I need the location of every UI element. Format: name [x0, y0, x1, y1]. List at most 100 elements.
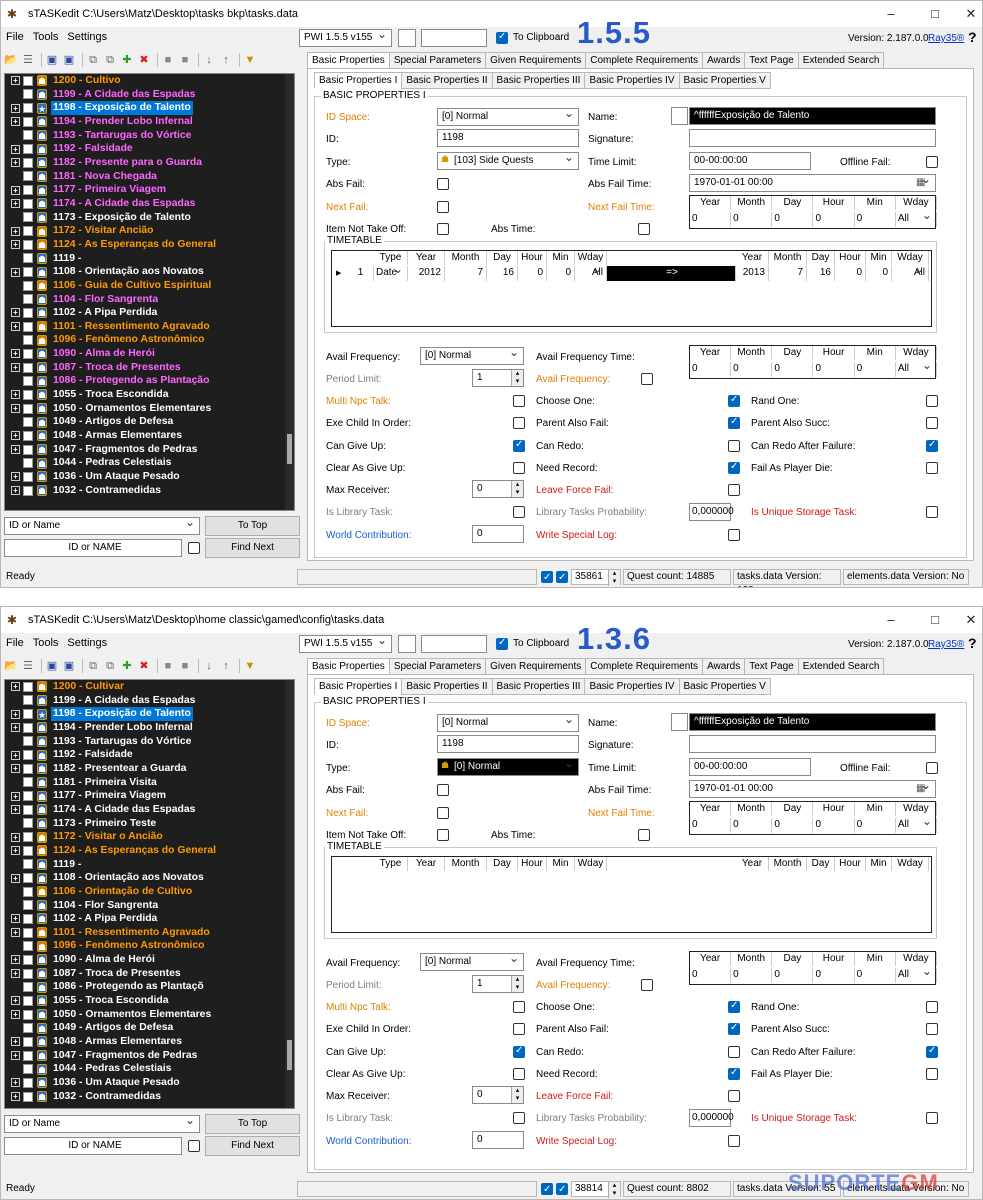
add-icon[interactable]: ✚	[120, 53, 134, 67]
timetable-grid[interactable]: Type Year Month Day Hour Min Wday Year Month Day H…	[331, 250, 932, 327]
is-unique-storage-task-checkbox[interactable]	[926, 1112, 938, 1124]
tree-checkbox[interactable]	[23, 900, 33, 911]
tree-checkbox[interactable]	[23, 458, 33, 469]
date-value[interactable]: 0	[772, 362, 814, 377]
tree-scrollbar[interactable]	[285, 74, 294, 510]
tree-checkbox[interactable]	[23, 722, 33, 733]
date-value[interactable]: 0	[690, 212, 732, 227]
tree-row[interactable]: + ☗ 1172 - Visitar o Ancião	[5, 830, 294, 844]
expand-icon[interactable]: +	[11, 682, 20, 692]
tree-checkbox[interactable]	[23, 859, 33, 870]
search-type-select[interactable]: ID or Name	[4, 1112, 200, 1133]
minimize-icon[interactable]: –	[869, 607, 913, 633]
date-value[interactable]: All	[896, 814, 937, 833]
to-top-button[interactable]: To Top	[205, 1114, 300, 1134]
subtab-4[interactable]: Basic Properties IV	[584, 678, 680, 695]
date-value[interactable]: 0	[855, 968, 896, 983]
tree-checkbox[interactable]	[23, 1091, 33, 1102]
expand-icon[interactable]: +	[11, 969, 20, 979]
expand-icon[interactable]	[11, 1065, 20, 1074]
date-value[interactable]: 0	[855, 212, 896, 227]
date-value[interactable]: 0	[731, 968, 773, 983]
fapd-checkbox[interactable]	[926, 1067, 938, 1080]
scrollbar-thumb[interactable]	[287, 1040, 292, 1070]
copy-icon[interactable]: ⧉	[86, 53, 100, 67]
expand-icon[interactable]: +	[11, 996, 20, 1006]
expand-icon[interactable]	[11, 983, 20, 992]
tree-checkbox[interactable]	[23, 403, 33, 414]
clipboard-input[interactable]	[421, 635, 487, 653]
clone-icon[interactable]: ⧉	[103, 659, 117, 673]
version-select[interactable]: PWI 1.5.5 v155	[299, 26, 392, 47]
tree-row[interactable]: + ☗ 1124 - As Esperanças do General	[5, 238, 294, 252]
tree-checkbox[interactable]	[23, 873, 33, 884]
delete-icon[interactable]: ✖	[137, 53, 151, 67]
expand-icon[interactable]	[11, 172, 20, 181]
tree-row[interactable]: + ☗ 1192 - Falsidade	[5, 142, 294, 156]
date-value[interactable]: 0	[690, 362, 732, 377]
abs-time-checkbox[interactable]	[638, 223, 650, 235]
status-id-spinner[interactable]: 35861	[571, 569, 621, 586]
tree-checkbox[interactable]	[23, 280, 33, 291]
tree-checkbox[interactable]	[23, 777, 33, 788]
expand-icon[interactable]: +	[11, 486, 20, 496]
tree-row[interactable]: + ☗ 1182 - Presente para o Guarda	[5, 156, 294, 170]
tree-checkbox[interactable]	[23, 267, 33, 278]
subtab-4[interactable]: Basic Properties IV	[584, 72, 680, 89]
tree-checkbox[interactable]	[23, 253, 33, 264]
avail-frequency-time-grid[interactable]: Year Month Day Hour Min Wday 0 0 0 0 0 All	[689, 345, 937, 379]
tree-checkbox[interactable]	[23, 430, 33, 441]
tree-checkbox[interactable]	[23, 832, 33, 843]
to-top-button[interactable]: To Top	[205, 516, 300, 536]
tab-awards[interactable]: Awards	[702, 658, 746, 675]
name-input[interactable]: ^ffffffExposição de Talento	[689, 107, 936, 125]
export-icon[interactable]: ↓	[202, 659, 216, 673]
search-input[interactable]: ID or NAME	[4, 1137, 182, 1155]
timetable-end-value[interactable]: 0	[835, 266, 866, 281]
tree-row[interactable]: + ☗ 1090 - Alma de Herói	[5, 347, 294, 361]
avail-frequency-time-grid[interactable]: Year Month Day Hour Min Wday 0 0 0 0 0 All	[689, 951, 937, 985]
leave-force-fail-checkbox[interactable]	[728, 484, 740, 496]
expand-icon[interactable]	[11, 281, 20, 290]
color-box[interactable]	[398, 635, 416, 653]
tree-row[interactable]: ☗ 1181 - Primeira Visita	[5, 776, 294, 790]
abs-fail-checkbox[interactable]	[437, 178, 449, 190]
expand-icon[interactable]: +	[11, 185, 20, 195]
expand-icon[interactable]	[11, 295, 20, 304]
co-checkbox[interactable]	[728, 1000, 740, 1013]
signature-input[interactable]	[689, 129, 936, 147]
save-as-icon[interactable]: ▣	[62, 659, 76, 673]
expand-icon[interactable]: +	[11, 914, 20, 924]
expand-icon[interactable]: +	[11, 199, 20, 209]
paf-checkbox[interactable]	[728, 416, 740, 430]
date-value[interactable]: 0	[731, 362, 773, 377]
tree-checkbox[interactable]	[23, 444, 33, 455]
tree-row[interactable]: ☗ 1096 - Fenômeno Astronômico	[5, 939, 294, 953]
tree-row[interactable]: ☗ 1104 - Flor Sangrenta	[5, 293, 294, 307]
tree-row[interactable]: + ☗ 1032 - Contramedidas	[5, 1090, 294, 1104]
search-option-checkbox[interactable]	[188, 542, 200, 554]
tab-extended-search[interactable]: Extended Search	[797, 52, 885, 69]
fapd-checkbox[interactable]	[926, 461, 938, 474]
tree-checkbox[interactable]	[23, 736, 33, 747]
subtab-3[interactable]: Basic Properties III	[491, 72, 586, 89]
tree-row[interactable]: + ☗ 1172 - Visitar Ancião	[5, 224, 294, 238]
date-value[interactable]: All	[896, 208, 937, 227]
date-value[interactable]: 0	[690, 818, 732, 833]
time-limit-input[interactable]: 00-00:00:00	[689, 152, 811, 170]
tree-row[interactable]: + ☗ 1055 - Troca Escondida	[5, 994, 294, 1008]
abs-fail-time-picker[interactable]: 1970-01-01 00:00	[689, 777, 936, 798]
tree-row[interactable]: ☗ 1106 - Orientação de Cultivo	[5, 885, 294, 899]
tree-row[interactable]: ☗ 1049 - Artigos de Defesa	[5, 1021, 294, 1035]
tree-checkbox[interactable]	[23, 348, 33, 359]
tree-row[interactable]: + ☗ 1050 - Ornamentos Elementares	[5, 1008, 294, 1022]
cagu-checkbox[interactable]	[513, 1067, 525, 1080]
nr-checkbox[interactable]	[728, 1067, 740, 1080]
date-value[interactable]: 0	[772, 968, 814, 983]
tree-checkbox[interactable]	[23, 845, 33, 856]
search-type-select[interactable]: ID or Name	[4, 514, 200, 535]
quest-tree[interactable]: + ☗ 1200 - Cultivo ☗ 1199 - A Cidade das Esp…	[4, 73, 295, 511]
tree-row[interactable]: ☗ 1104 - Flor Sangrenta	[5, 899, 294, 913]
avail-frequency-select[interactable]: [0] Normal	[420, 950, 524, 971]
clipboard-checkbox[interactable]	[496, 637, 508, 650]
